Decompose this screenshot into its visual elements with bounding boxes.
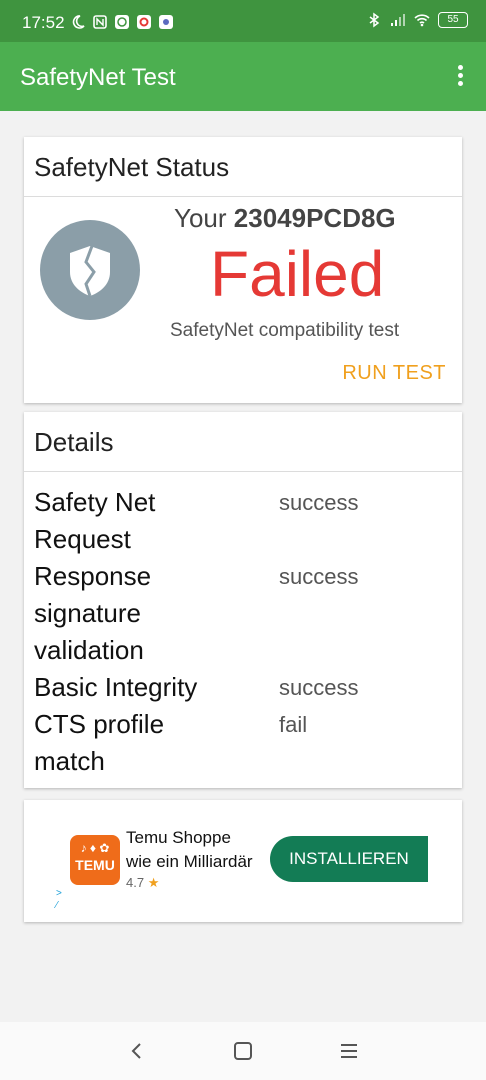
battery-icon: 55 xyxy=(438,12,468,28)
notification-icons xyxy=(70,14,174,30)
moon-icon xyxy=(72,15,85,29)
recents-icon[interactable] xyxy=(337,1039,361,1063)
detail-value: success xyxy=(279,675,359,700)
home-icon[interactable] xyxy=(231,1039,255,1063)
ad-rating-value: 4.7 xyxy=(126,875,145,890)
detail-value: fail xyxy=(279,712,308,737)
safetynet-status-card: SafetyNet Status Your 23049PCD8G Failed … xyxy=(24,137,462,403)
detail-row-safetynet-request: Safety Net Request success xyxy=(34,484,454,558)
record-icon xyxy=(137,15,151,29)
overflow-menu-icon[interactable] xyxy=(456,65,464,89)
details-card: Details Safety Net Request success Respo… xyxy=(24,412,462,788)
ad-choices-icon[interactable]: > ⁄ xyxy=(56,888,66,912)
broken-shield-icon xyxy=(40,220,140,320)
device-prefix: Your xyxy=(174,203,227,233)
install-button[interactable]: INSTALLIEREN xyxy=(270,836,428,882)
bluetooth-icon xyxy=(369,12,380,28)
detail-key: Basic Integrity xyxy=(34,669,279,706)
details-table: Safety Net Request success Response sign… xyxy=(34,484,454,780)
temu-logo[interactable]: ♪ ♦ ✿ TEMU xyxy=(70,835,120,885)
ad-app-tagline[interactable]: wie ein Milliardär xyxy=(126,852,253,872)
temu-logo-text: TEMU xyxy=(75,857,115,873)
status-bar: 17:52 55 xyxy=(0,0,486,42)
device-model-line: Your 23049PCD8G xyxy=(174,203,396,234)
detail-key-line: match xyxy=(34,746,105,776)
whatsapp-icon xyxy=(115,15,129,29)
status-time: 17:52 xyxy=(22,13,65,32)
temu-logo-glyphs: ♪ ♦ ✿ xyxy=(80,841,110,855)
app-bar: SafetyNet Test xyxy=(0,42,486,111)
app-notification-icon xyxy=(159,15,173,29)
detail-key: Safety Net Request xyxy=(34,484,279,558)
ad-app-name[interactable]: Temu Shoppe xyxy=(126,828,231,848)
test-subtitle: SafetyNet compatibility test xyxy=(170,320,400,341)
run-test-button[interactable]: RUN TEST xyxy=(342,362,446,385)
status-card-title: SafetyNet Status xyxy=(24,137,462,197)
detail-key-line: Request xyxy=(34,524,131,554)
signal-icon xyxy=(391,14,405,26)
ad-rating: 4.7 ★ xyxy=(126,875,159,891)
system-nav-bar xyxy=(0,1022,486,1080)
back-icon[interactable] xyxy=(125,1039,149,1063)
detail-key-line: Response xyxy=(34,561,152,591)
detail-key-line: CTS profile xyxy=(34,709,165,739)
system-icons: 55 xyxy=(366,12,468,28)
detail-row-basic-integrity: Basic Integrity success xyxy=(34,669,454,706)
star-icon: ★ xyxy=(147,875,160,890)
details-card-title: Details xyxy=(24,412,462,472)
detail-key: Response signature validation xyxy=(34,558,279,669)
detail-key-line: validation xyxy=(34,635,144,665)
detail-row-cts-profile: CTS profile match fail xyxy=(34,706,454,780)
app-title: SafetyNet Test xyxy=(20,64,176,91)
test-result: Failed xyxy=(210,238,385,310)
ad-banner[interactable]: ♪ ♦ ✿ TEMU Temu Shoppe wie ein Milliardä… xyxy=(24,800,462,922)
detail-key-line: Basic Integrity xyxy=(34,672,198,702)
detail-value: success xyxy=(279,490,359,515)
detail-key-line: Safety Net xyxy=(34,487,156,517)
detail-row-signature-validation: Response signature validation success xyxy=(34,558,454,669)
device-model: 23049PCD8G xyxy=(233,203,396,233)
detail-key-line: signature xyxy=(34,598,141,628)
nfc-icon xyxy=(93,15,107,29)
wifi-icon xyxy=(414,14,430,27)
detail-value: success xyxy=(279,564,359,589)
detail-key: CTS profile match xyxy=(34,706,279,780)
